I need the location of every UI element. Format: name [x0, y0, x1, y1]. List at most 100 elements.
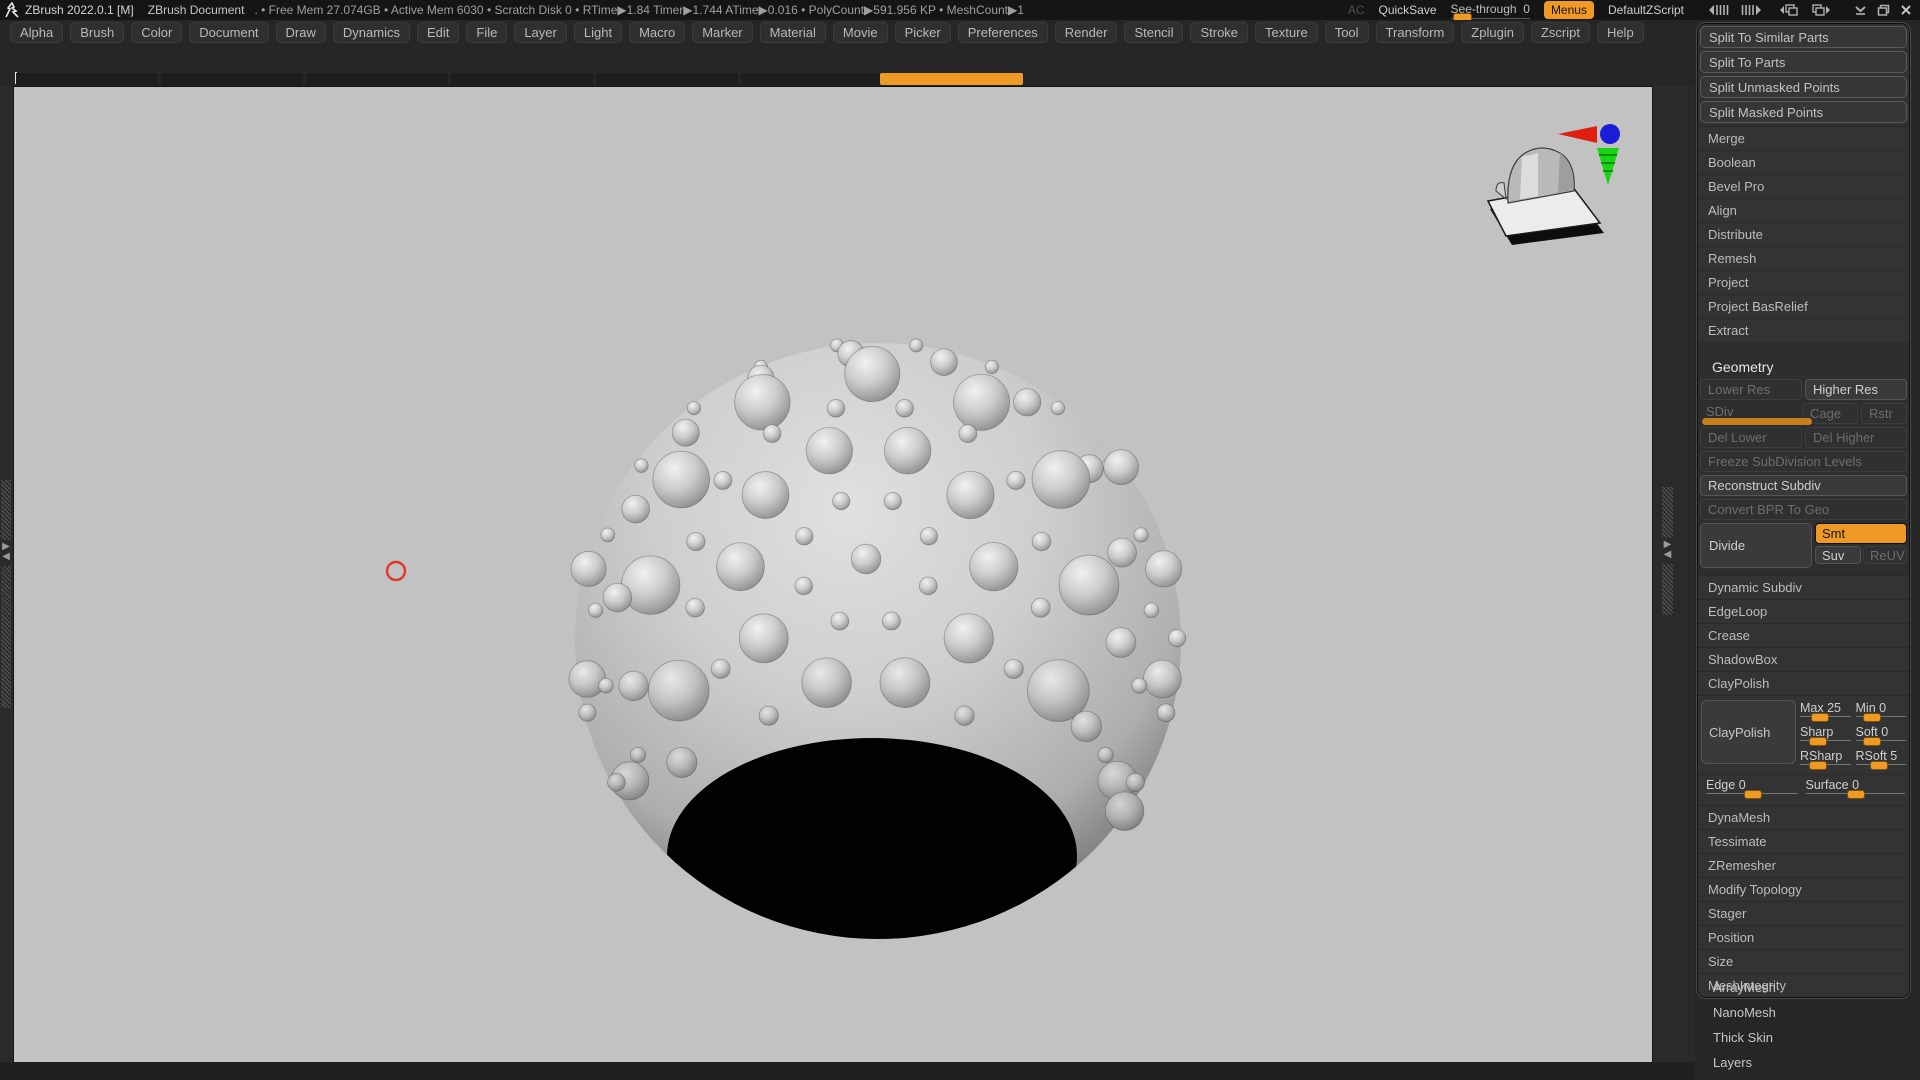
right-tray-divider[interactable]: ▶ ◀	[1652, 86, 1696, 1062]
split-button[interactable]: Split To Parts	[1700, 51, 1907, 73]
palette-section-row[interactable]: NanoMesh	[1713, 1002, 1908, 1022]
menu-tab[interactable]: Light	[573, 21, 623, 43]
menu-tab[interactable]: Render	[1054, 21, 1118, 43]
menu-tab[interactable]: Brush	[70, 21, 125, 43]
del-lower-button[interactable]: Del Lower	[1700, 427, 1802, 448]
split-button[interactable]: Split To Similar Parts	[1700, 26, 1907, 48]
slider-thumb[interactable]	[1811, 713, 1830, 722]
close-right-tray-icon[interactable]: ◀	[1664, 550, 1672, 560]
menu-tab[interactable]: Texture	[1255, 21, 1318, 43]
tray-segment[interactable]	[741, 73, 883, 85]
divide-button[interactable]: Divide	[1700, 523, 1812, 568]
menu-tab[interactable]: Zscript	[1530, 21, 1590, 43]
menu-tab[interactable]: Transform	[1375, 21, 1455, 43]
subpalette-row[interactable]: Remesh	[1698, 246, 1909, 270]
slider-thumb[interactable]	[1808, 761, 1827, 770]
tray-segment[interactable]	[596, 73, 738, 85]
menu-tab[interactable]: Tool	[1324, 21, 1369, 43]
subpalette-row[interactable]: Modify Topology	[1698, 877, 1909, 901]
menu-tab[interactable]: Preferences	[957, 21, 1048, 43]
tray-segment[interactable]	[161, 73, 303, 85]
convert-bpr-button[interactable]: Convert BPR To Geo	[1700, 499, 1907, 520]
subpalette-row[interactable]: Extract	[1698, 318, 1909, 342]
minimize-icon[interactable]	[1854, 4, 1867, 16]
rstr-button[interactable]: Rstr	[1861, 403, 1907, 424]
edge-slider[interactable]: Edge 0	[1706, 777, 1798, 801]
menu-tab[interactable]: Zplugin	[1461, 21, 1524, 43]
left-tray-divider[interactable]: ▶ ◀	[0, 86, 14, 1062]
close-left-tray-icon[interactable]: ◀	[2, 552, 10, 562]
subpalette-row[interactable]: Stager	[1698, 901, 1909, 925]
menu-tab[interactable]: Draw	[275, 21, 326, 43]
sdiv-slider-fill[interactable]	[1702, 418, 1812, 425]
next-document-icon[interactable]	[1810, 3, 1834, 17]
prev-document-icon[interactable]	[1776, 3, 1800, 17]
scroll-doc-left-icon[interactable]	[1704, 4, 1730, 16]
menu-tab[interactable]: Material	[759, 21, 826, 43]
subpalette-row[interactable]: Distribute	[1698, 222, 1909, 246]
subpalette-row[interactable]: EdgeLoop	[1698, 599, 1909, 623]
menus-button[interactable]: Menus	[1543, 1, 1594, 19]
menu-tab[interactable]: Color	[131, 21, 183, 43]
menu-tab[interactable]: Movie	[832, 21, 888, 43]
subpalette-row[interactable]: Position	[1698, 925, 1909, 949]
claypolish-rsoft-slider[interactable]: RSoft 5	[1855, 748, 1906, 772]
subpalette-row[interactable]: Project	[1698, 270, 1909, 294]
tray-segment[interactable]	[16, 73, 158, 85]
slider-thumb[interactable]	[1744, 790, 1763, 799]
subpalette-row[interactable]: ShadowBox	[1698, 647, 1909, 671]
right-tray-handle[interactable]	[1662, 487, 1673, 538]
menu-tab[interactable]: Help	[1596, 21, 1644, 43]
slider-thumb[interactable]	[1862, 737, 1881, 746]
right-tray-handle[interactable]	[1662, 564, 1673, 615]
lower-res-button[interactable]: Lower Res	[1700, 379, 1802, 400]
subpalette-row[interactable]: Boolean	[1698, 150, 1909, 174]
menu-tab[interactable]: Dynamics	[332, 21, 410, 43]
claypolish-max-slider[interactable]: Max 25	[1800, 700, 1851, 724]
subpalette-row[interactable]: DynaMesh	[1698, 805, 1909, 829]
subpalette-row[interactable]: Dynamic Subdiv	[1698, 575, 1909, 599]
scroll-doc-right-icon[interactable]	[1740, 4, 1766, 16]
subpalette-row[interactable]: ZRemesher	[1698, 853, 1909, 877]
freeze-subdivision-button[interactable]: Freeze SubDivision Levels	[1700, 451, 1907, 472]
claypolish-button[interactable]: ClayPolish	[1701, 700, 1796, 764]
palette-section-row[interactable]: Layers	[1713, 1052, 1908, 1072]
slider-thumb[interactable]	[1862, 713, 1881, 722]
subpalette-row[interactable]: Size	[1698, 949, 1909, 973]
menu-tab[interactable]: Picker	[894, 21, 951, 43]
sculpted-sphere-mesh[interactable]	[568, 338, 1187, 974]
subpalette-row[interactable]: Bevel Pro	[1698, 174, 1909, 198]
higher-res-button[interactable]: Higher Res	[1805, 379, 1907, 400]
menu-tab[interactable]: Marker	[692, 21, 753, 43]
geometry-section-header[interactable]: Geometry	[1698, 354, 1909, 379]
menu-tab[interactable]: File	[466, 21, 508, 43]
suv-toggle[interactable]: Suv	[1815, 546, 1861, 564]
menu-tab[interactable]: Stencil	[1124, 21, 1184, 43]
surface-slider[interactable]: Surface 0	[1805, 777, 1905, 801]
close-icon[interactable]	[1900, 4, 1912, 16]
menu-tab[interactable]: Edit	[416, 21, 460, 43]
subpalette-row[interactable]: Project BasRelief	[1698, 294, 1909, 318]
slider-thumb[interactable]	[1847, 790, 1866, 799]
del-higher-button[interactable]: Del Higher	[1805, 427, 1907, 448]
tray-segment[interactable]	[451, 73, 593, 85]
subpalette-row[interactable]: Tessimate	[1698, 829, 1909, 853]
split-button[interactable]: Split Masked Points	[1700, 101, 1907, 123]
split-button[interactable]: Split Unmasked Points	[1700, 76, 1907, 98]
slider-thumb[interactable]	[1869, 761, 1888, 770]
menu-tab[interactable]: Layer	[514, 21, 567, 43]
reconstruct-subdiv-button[interactable]: Reconstruct Subdiv	[1700, 475, 1907, 496]
smt-toggle[interactable]: Smt	[1815, 523, 1907, 544]
default-zscript-button[interactable]: DefaultZScript	[1608, 3, 1684, 17]
reuv-button[interactable]: ReUV	[1863, 546, 1907, 564]
menu-tab[interactable]: Stroke	[1190, 21, 1249, 43]
menu-tab[interactable]: Document	[189, 21, 269, 43]
ac-toggle[interactable]: AC	[1348, 3, 1365, 17]
document-canvas[interactable]	[14, 86, 1652, 1063]
menu-tab[interactable]: Alpha	[10, 21, 64, 43]
slider-thumb[interactable]	[1808, 737, 1827, 746]
quicksave-button[interactable]: QuickSave	[1379, 3, 1437, 17]
sculpt-viewport[interactable]	[14, 87, 1652, 1063]
restore-window-icon[interactable]	[1877, 4, 1890, 16]
palette-section-row[interactable]: ArrayMesh	[1713, 977, 1908, 997]
